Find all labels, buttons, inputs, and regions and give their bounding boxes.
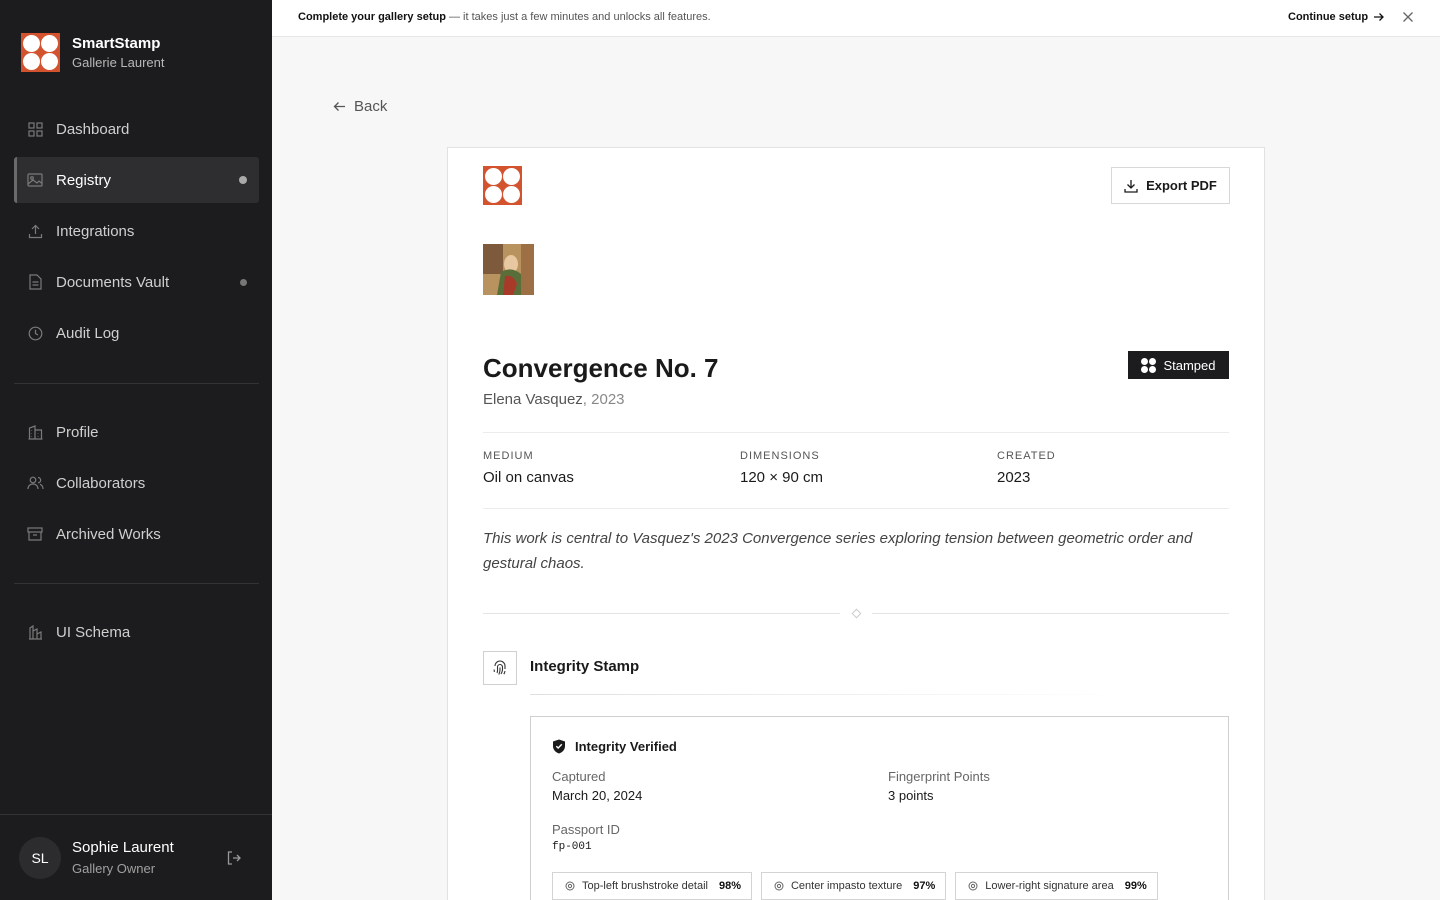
grid-icon [26, 120, 44, 138]
sidebar-item-ui-schema[interactable]: UI Schema [14, 609, 259, 655]
sidebar-item-collaborators[interactable]: Collaborators [14, 460, 259, 506]
schema-icon [26, 623, 44, 641]
verified-heading: Integrity Verified [552, 739, 677, 754]
captured-value: March 20, 2024 [552, 788, 643, 803]
sidebar-item-label: Documents Vault [56, 273, 170, 291]
brand[interactable]: SmartStamp Gallerie Laurent [21, 33, 165, 72]
fingerprint-chip[interactable]: Lower-right signature area 99% [955, 872, 1158, 900]
artwork-description: This work is central to Vasquez's 2023 C… [483, 530, 1193, 572]
banner-message: Complete your gallery setup — it takes j… [298, 11, 711, 23]
fingerprint-points-value: 3 points [888, 788, 934, 803]
sidebar-item-label: Archived Works [56, 525, 161, 543]
sidebar-item-label: Profile [56, 423, 99, 441]
notification-dot [239, 176, 247, 184]
artwork-title: Convergence No. 7 [483, 353, 719, 383]
user-panel: SL Sophie Laurent Gallery Owner [0, 814, 272, 900]
export-pdf-button[interactable]: Export PDF [1111, 167, 1230, 204]
sidebar: SmartStamp Gallerie Laurent Dashboard Re… [0, 0, 272, 900]
artwork-passport-card: Export PDF Convergence No. 7 Elena Vasqu… [447, 147, 1265, 900]
brand-name: SmartStamp [72, 34, 161, 52]
passport-id-value: fp-001 [552, 841, 592, 853]
users-icon [26, 474, 44, 492]
sidebar-item-label: UI Schema [56, 623, 131, 641]
fingerprint-icon [483, 651, 517, 685]
user-role: Gallery Owner [72, 861, 156, 876]
target-icon [774, 881, 784, 891]
brand-logo [483, 166, 522, 205]
sidebar-item-label: Collaborators [56, 474, 146, 492]
tertiary-nav: UI Schema [14, 609, 259, 660]
target-icon [968, 881, 978, 891]
meta-created: CREATED 2023 [997, 450, 1056, 486]
continue-setup-link[interactable]: Continue setup [1288, 11, 1384, 23]
nav-divider [14, 383, 259, 384]
archive-icon [26, 525, 44, 543]
arrow-right-icon [1374, 13, 1384, 21]
primary-nav: Dashboard Registry Integrations Document… [14, 106, 259, 361]
sidebar-item-audit-log[interactable]: Audit Log [14, 310, 259, 356]
gallery-name: Gallerie Laurent [72, 54, 165, 70]
building-icon [26, 423, 44, 441]
upload-icon [26, 222, 44, 240]
image-icon [26, 171, 44, 189]
integrity-stamp-heading: Integrity Stamp [530, 658, 640, 675]
download-icon [1124, 179, 1138, 193]
sidebar-item-registry[interactable]: Registry [14, 157, 259, 203]
artwork-thumbnail[interactable] [483, 244, 534, 295]
logout-icon[interactable] [226, 850, 242, 866]
integrity-verified-panel: Integrity Verified Captured March 20, 20… [530, 716, 1229, 900]
setup-banner: Complete your gallery setup — it takes j… [272, 0, 1440, 37]
sidebar-item-integrations[interactable]: Integrations [14, 208, 259, 254]
secondary-nav: Profile Collaborators Archived Works [14, 409, 259, 562]
close-icon[interactable] [1402, 11, 1414, 23]
sidebar-item-label: Integrations [56, 222, 135, 240]
clock-icon [26, 324, 44, 342]
sidebar-item-documents-vault[interactable]: Documents Vault [14, 259, 259, 305]
fingerprint-chips: Top-left brushstroke detail 98% Center im… [552, 872, 1158, 900]
sidebar-item-dashboard[interactable]: Dashboard [14, 106, 259, 152]
fingerprint-chip[interactable]: Center impasto texture 97% [760, 872, 947, 900]
notification-dot [240, 278, 247, 286]
shield-check-icon [553, 739, 565, 754]
sidebar-item-archived-works[interactable]: Archived Works [14, 511, 259, 557]
captured-label: Captured [552, 769, 606, 784]
target-icon [565, 881, 575, 891]
sidebar-item-label: Registry [56, 171, 112, 189]
sidebar-item-profile[interactable]: Profile [14, 409, 259, 455]
brand-logo [21, 33, 60, 72]
sidebar-item-label: Audit Log [56, 324, 120, 342]
avatar[interactable]: SL [19, 837, 61, 879]
stamp-logo-icon [1141, 357, 1157, 373]
divider [483, 432, 1229, 433]
meta-dimensions: DIMENSIONS 120 × 90 cm [740, 450, 823, 486]
artist-line: Elena Vasquez, 2023 [483, 391, 625, 408]
nav-divider [14, 583, 259, 584]
passport-id-label: Passport ID [552, 822, 620, 837]
ornament-line [872, 613, 1229, 614]
sidebar-item-label: Dashboard [56, 120, 130, 138]
meta-medium: MEDIUM Oil on canvas [483, 450, 574, 486]
ornament-line [483, 613, 840, 614]
fingerprint-points-label: Fingerprint Points [888, 769, 990, 784]
back-link[interactable]: Back [333, 98, 387, 115]
arrow-left-icon [333, 102, 345, 111]
ornament-diamond [851, 608, 862, 619]
status-badge: Stamped [1128, 351, 1229, 379]
heading-underline [530, 694, 1130, 695]
fingerprint-chip[interactable]: Top-left brushstroke detail 98% [552, 872, 752, 900]
user-name: Sophie Laurent [72, 839, 174, 856]
document-icon [26, 273, 44, 291]
divider [483, 508, 1229, 509]
